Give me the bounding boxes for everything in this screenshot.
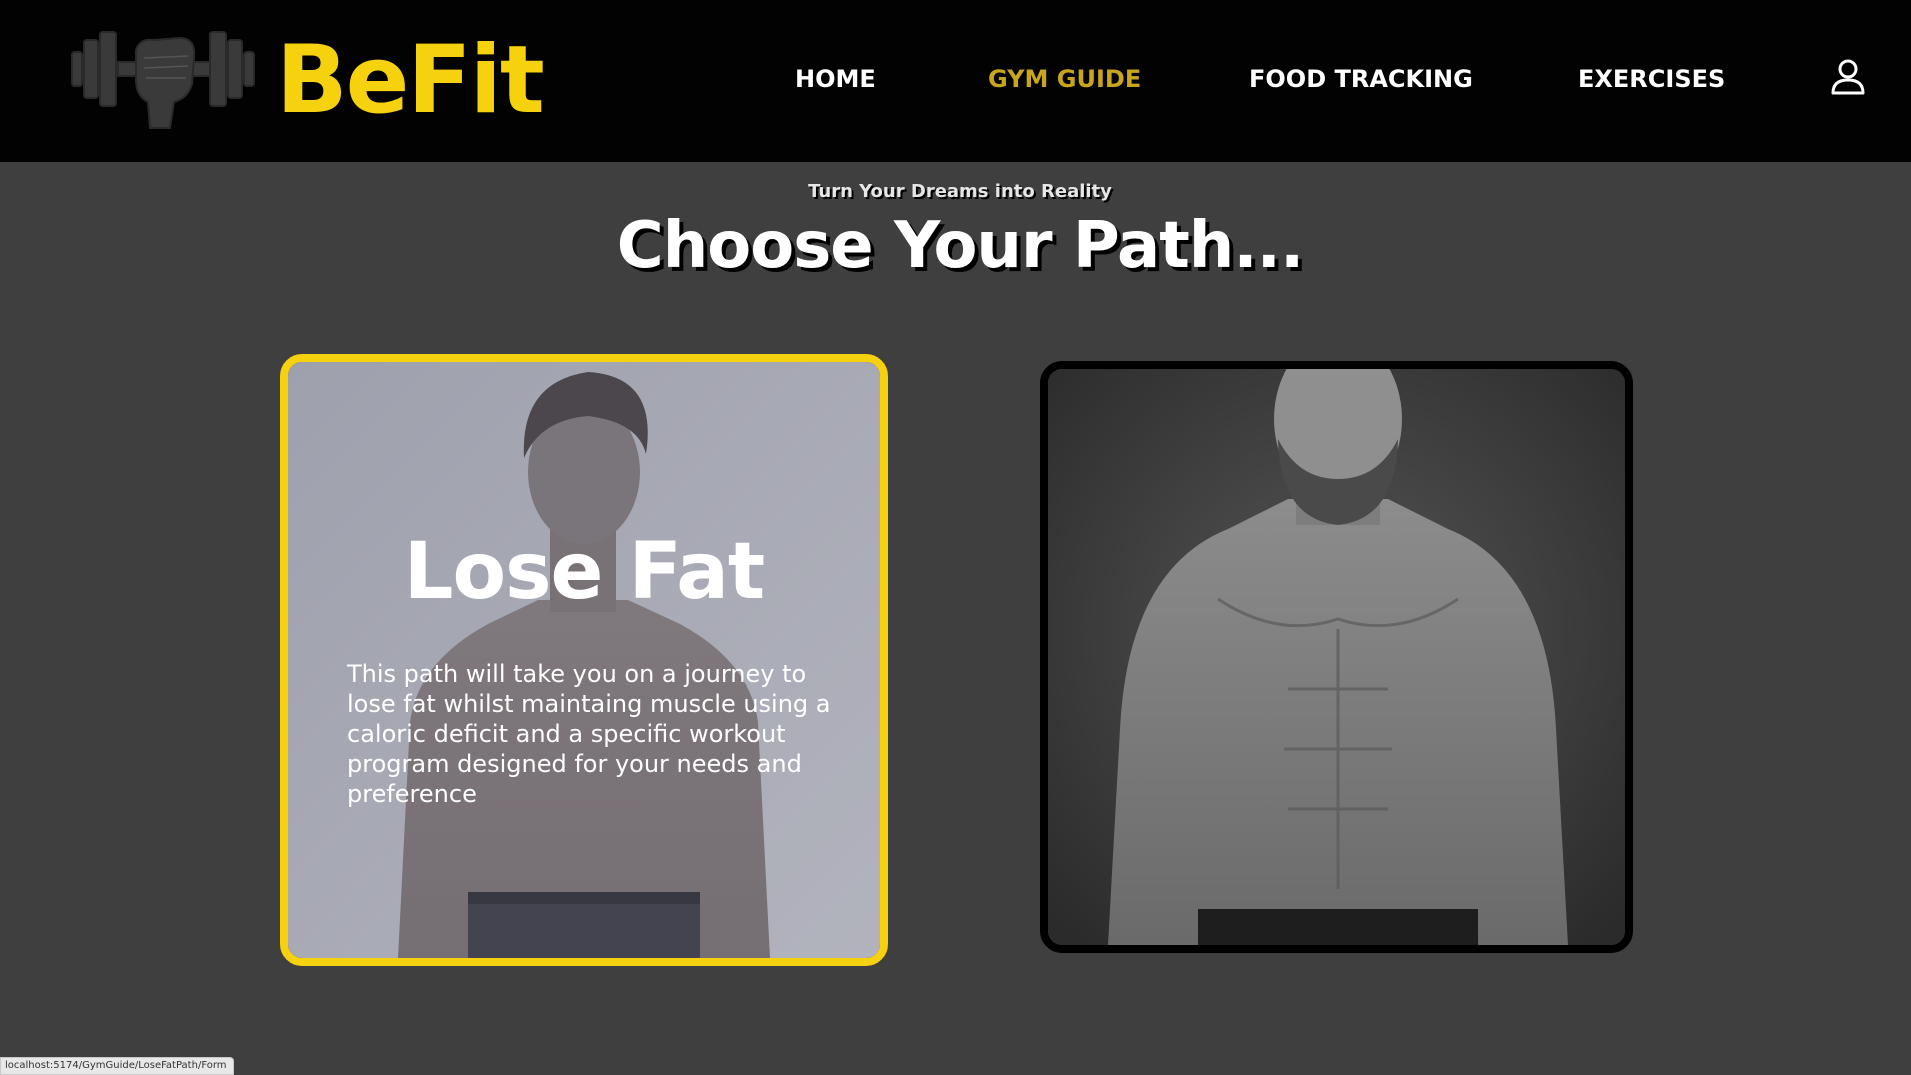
nav-gym-guide[interactable]: GYM GUIDE [988,62,1141,96]
dumbbell-fist-icon[interactable] [70,18,256,130]
navbar: BeFit HOME GYM GUIDE FOOD TRACKING EXERC… [0,0,1911,162]
hero-subtitle: Turn Your Dreams into Reality [808,181,1112,202]
card-title: Lose Fat [403,527,765,617]
status-bar-url: localhost:5174/GymGuide/LoseFatPath/Form [0,1057,234,1075]
nav-exercises[interactable]: EXERCISES [1578,62,1725,96]
build-muscle-photo [1048,369,1625,945]
user-icon[interactable] [1830,58,1866,96]
lose-fat-card[interactable]: Lose Fat This path will take you on a jo… [280,354,888,966]
nav-home[interactable]: HOME [795,62,876,96]
card-description: This path will take you on a journey to … [347,660,831,808]
build-muscle-card[interactable] [1040,361,1633,953]
page-title: Choose Your Path... [616,209,1305,283]
brand-name[interactable]: BeFit [276,22,545,140]
nav-food-tracking[interactable]: FOOD TRACKING [1249,62,1473,96]
